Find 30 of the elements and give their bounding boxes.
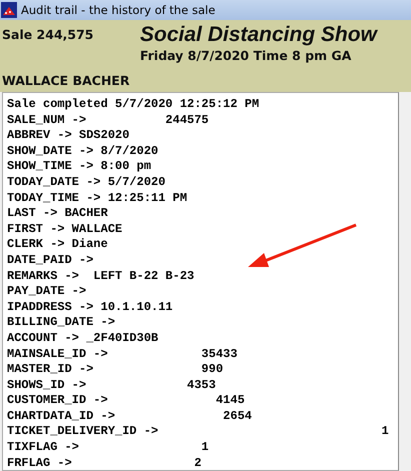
log-line: MAINSALE_ID -> 35433 (7, 346, 238, 362)
show-title: Social Distancing Show (140, 22, 379, 46)
log-line: LAST -> BACHER (7, 206, 109, 222)
log-line: TIXFLAG -> 1 (7, 440, 210, 456)
log-line: IPADDRESS -> 10.1.10.11 (7, 300, 174, 316)
app-icon (1, 2, 17, 18)
log-line: SALE_NUM -> 244575 (7, 112, 210, 128)
log-line: PAY_DATE -> (7, 284, 88, 300)
log-line: ACCOUNT -> _2F40ID30B (7, 330, 160, 346)
log-line: CUSTOMER_ID -> 4145 (7, 393, 246, 409)
customer-name: WALLACE BACHER (1, 73, 131, 90)
log-line: CLERK -> Diane (7, 237, 109, 253)
log-line: TODAY_DATE -> 5/7/2020 (7, 174, 166, 191)
window-title: Audit trail - the history of the sale (21, 3, 216, 17)
log-line: FIRST -> WALLACE (7, 222, 124, 238)
log-line: REMARKS -> LEFT B-22 B-23 (7, 268, 196, 284)
log-line: DATE_PAID -> (7, 252, 94, 269)
log-line: SHOW_DATE -> 8/7/2020 (7, 144, 160, 160)
log-line: SHOW_TIME -> 8:00 pm (7, 159, 152, 175)
log-line: FRFLAG -> 2 (7, 456, 202, 470)
show-date-time: Friday 8/7/2020 Time 8 pm GA (140, 47, 352, 63)
log-line: TICKET_DELIVERY_ID -> 1 (7, 424, 390, 440)
log-line: Sale completed 5/7/2020 12:25:12 PM (7, 97, 260, 113)
log-line: SHOWS_ID -> 4353 (7, 378, 217, 394)
log-line: TODAY_TIME -> 12:25:11 PM (7, 190, 188, 206)
log-line: BILLING_DATE -> (7, 315, 116, 331)
sale-number: Sale 244,575 (1, 26, 94, 44)
log-line: CHARTDATA_ID -> 2654 (7, 408, 253, 424)
log-line: MASTER_ID -> 990 (7, 362, 224, 378)
log-line: ABBREV -> SDS2020 (7, 128, 130, 144)
